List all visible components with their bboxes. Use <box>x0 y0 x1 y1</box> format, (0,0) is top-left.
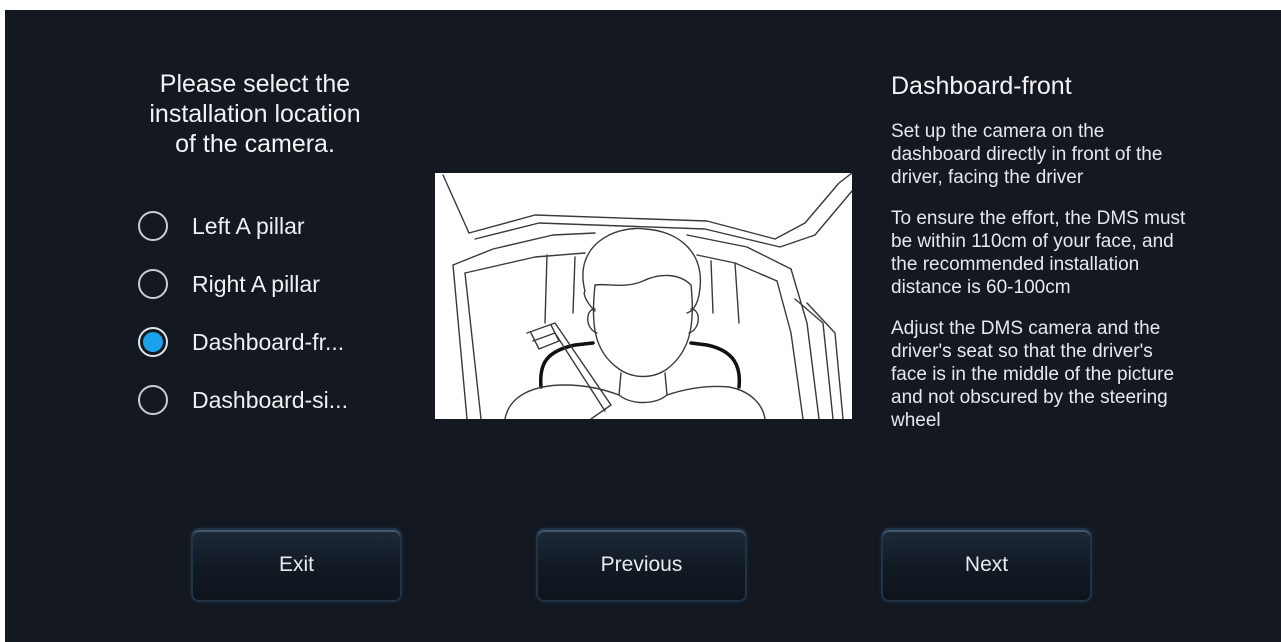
prompt-line-3: of the camera. <box>175 130 335 158</box>
prompt-line-1: Please select the <box>159 70 351 98</box>
location-options: Left A pillar Right A pillar Dashboard-f… <box>138 197 438 429</box>
option-label: Left A pillar <box>192 212 305 239</box>
radio-unchecked-icon[interactable] <box>138 269 168 299</box>
radio-unchecked-icon[interactable] <box>138 385 168 415</box>
next-button[interactable]: Next <box>881 528 1092 602</box>
option-label: Dashboard-fr... <box>192 328 345 355</box>
info-title: Dashboard-front <box>891 72 1072 100</box>
setup-screen: Please select the installation location … <box>5 10 1281 642</box>
info-description: Set up the camera on the dashboard direc… <box>891 120 1191 450</box>
option-dashboard-front[interactable]: Dashboard-fr... <box>138 313 438 371</box>
info-paragraph-adjust: Adjust the DMS camera and the driver's s… <box>891 318 1175 431</box>
driver-seat-illustration <box>442 173 852 419</box>
option-label: Dashboard-si... <box>192 386 348 413</box>
radio-unchecked-icon[interactable] <box>138 211 168 241</box>
previous-button[interactable]: Previous <box>536 528 747 602</box>
radio-checked-icon[interactable] <box>138 327 168 357</box>
option-dashboard-side[interactable]: Dashboard-si... <box>138 371 438 429</box>
option-right-a-pillar[interactable]: Right A pillar <box>138 255 438 313</box>
camera-view-illustration <box>435 173 852 419</box>
exit-button[interactable]: Exit <box>191 528 402 602</box>
info-paragraph-setup: Set up the camera on the dashboard direc… <box>891 121 1163 188</box>
option-label: Right A pillar <box>192 270 320 297</box>
info-paragraph-distance: To ensure the effort, the DMS must be wi… <box>891 208 1186 298</box>
option-left-a-pillar[interactable]: Left A pillar <box>138 197 438 255</box>
prompt-title: Please select the installation location … <box>100 69 410 159</box>
prompt-line-2: installation location <box>149 100 361 128</box>
